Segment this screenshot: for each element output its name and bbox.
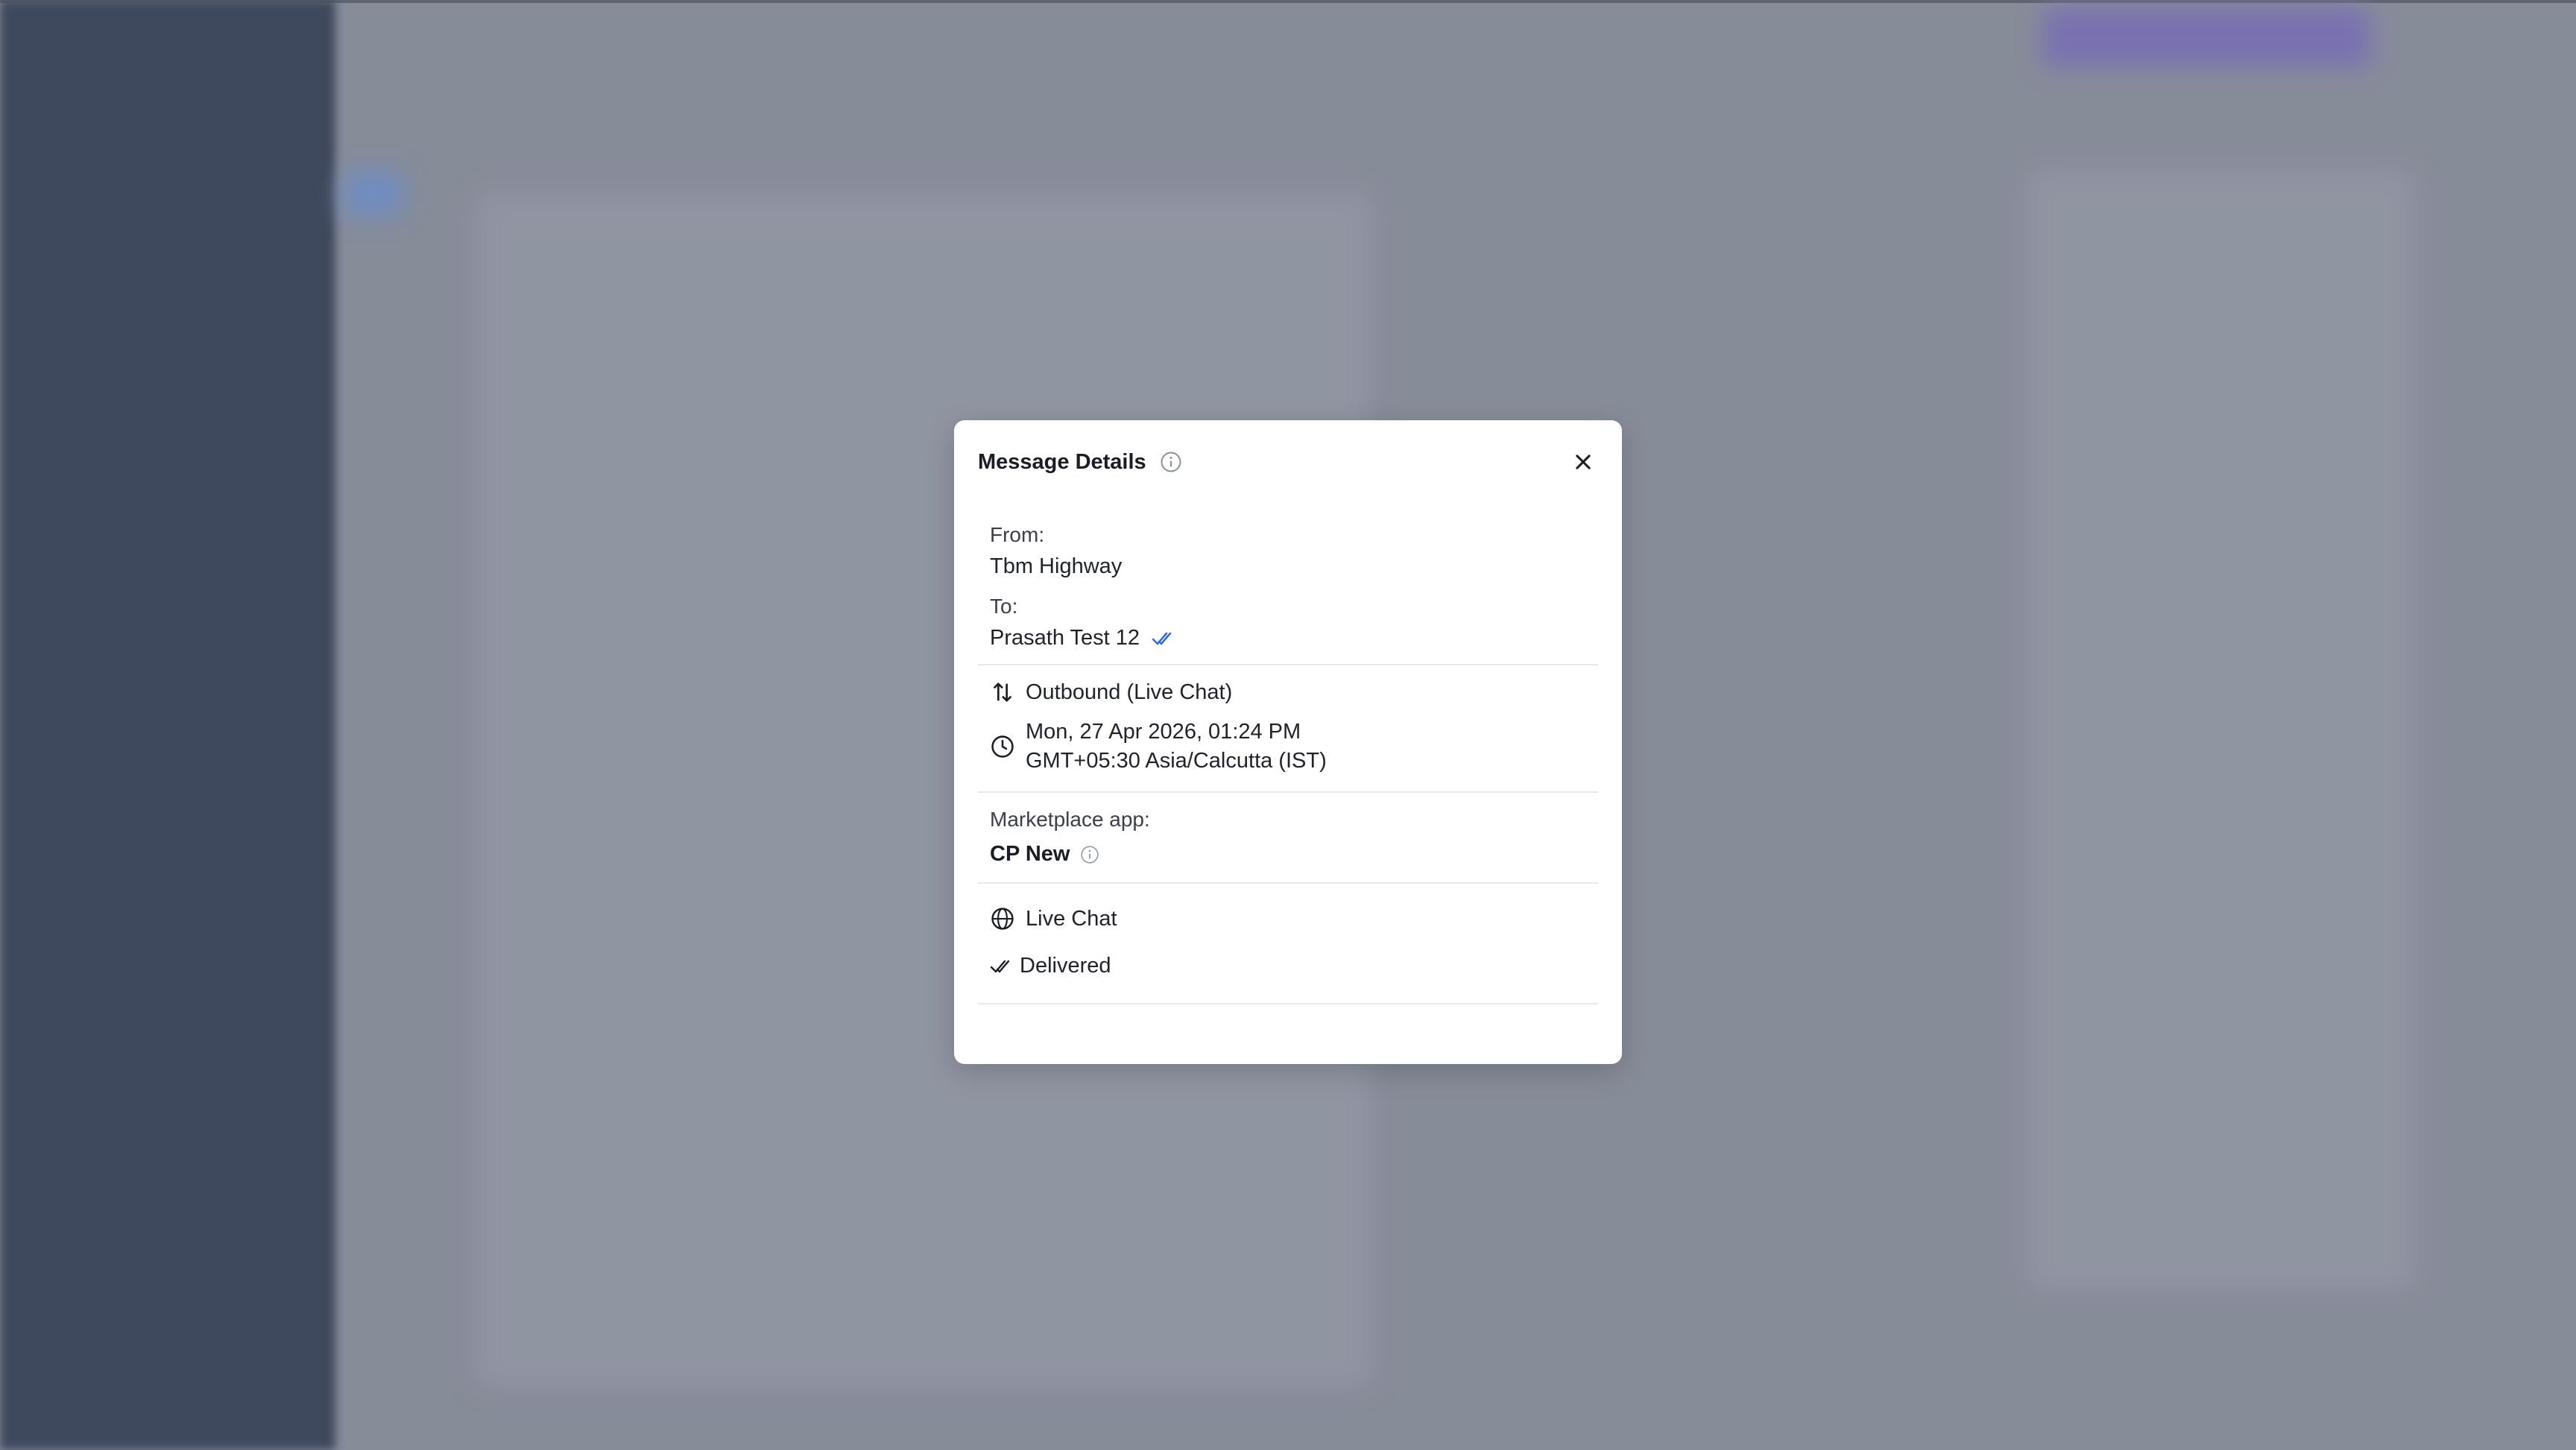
divider bbox=[978, 882, 1598, 884]
channel-text: Live Chat bbox=[1026, 906, 1117, 931]
clock-icon bbox=[990, 734, 1015, 759]
datetime-text: Mon, 27 Apr 2026, 01:24 PM bbox=[1026, 720, 1301, 744]
divider bbox=[978, 664, 1598, 665]
timezone-text: GMT+05:30 Asia/Calcutta (IST) bbox=[1026, 749, 1327, 773]
to-section: To: Prasath Test 12 bbox=[990, 595, 1598, 650]
close-icon bbox=[1576, 455, 1591, 469]
direction-row: Outbound (Live Chat) bbox=[990, 680, 1598, 705]
status-row: Delivered bbox=[990, 954, 1598, 978]
channel-row: Live Chat bbox=[990, 906, 1598, 931]
modal-title: Message Details bbox=[978, 449, 1146, 474]
marketplace-section: Marketplace app: CP New bbox=[990, 808, 1598, 867]
status-text: Delivered bbox=[1020, 954, 1111, 978]
info-icon[interactable] bbox=[1160, 451, 1182, 473]
double-check-icon bbox=[990, 958, 1014, 975]
modal-header: Message Details bbox=[978, 441, 1598, 483]
info-icon[interactable] bbox=[1080, 845, 1099, 864]
to-label: To: bbox=[990, 595, 1018, 618]
marketplace-label: Marketplace app: bbox=[990, 808, 1150, 831]
divider bbox=[978, 1003, 1598, 1004]
from-section: From: Tbm Highway bbox=[990, 523, 1598, 579]
double-check-icon bbox=[1152, 630, 1175, 647]
divider bbox=[978, 791, 1598, 793]
arrows-up-down-icon bbox=[990, 680, 1015, 705]
from-value: Tbm Highway bbox=[990, 554, 1123, 578]
globe-icon bbox=[990, 906, 1015, 931]
from-label: From: bbox=[990, 523, 1045, 546]
to-value: Prasath Test 12 bbox=[990, 626, 1140, 650]
close-button[interactable] bbox=[1568, 447, 1598, 477]
direction-text: Outbound (Live Chat) bbox=[1026, 680, 1233, 704]
message-details-modal: Message Details From: Tbm Highway To: Pr… bbox=[954, 420, 1622, 1064]
marketplace-value: CP New bbox=[990, 842, 1070, 866]
datetime-row: Mon, 27 Apr 2026, 01:24 PM GMT+05:30 Asi… bbox=[990, 720, 1598, 773]
